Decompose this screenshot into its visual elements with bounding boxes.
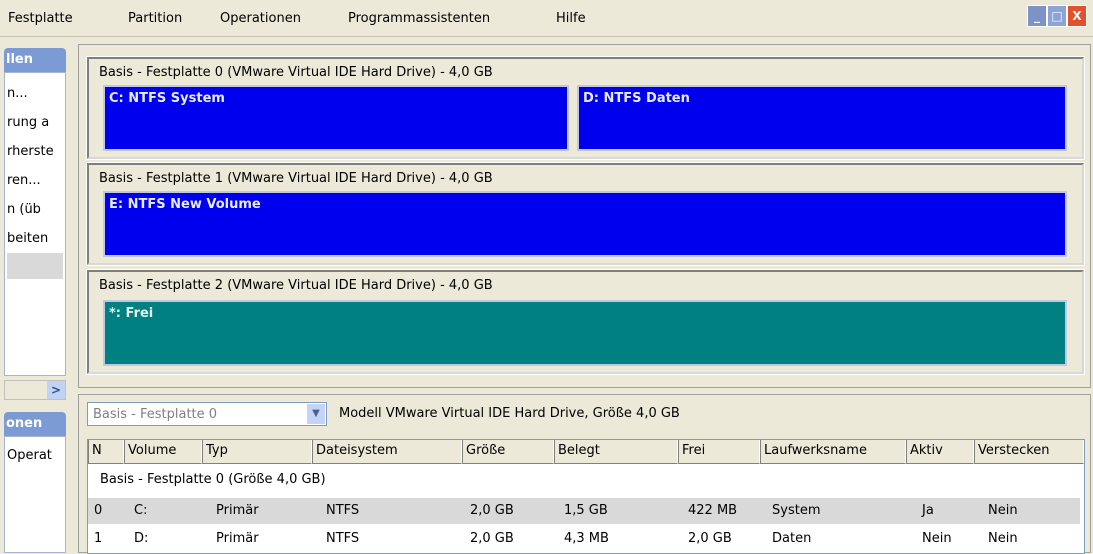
disk-1-label: Basis - Festplatte 1 (VMware Virtual IDE…: [99, 171, 493, 186]
close-button[interactable]: X: [1067, 5, 1087, 27]
sidebar-item[interactable]: ren...: [5, 166, 65, 195]
sidebar-scrollbar[interactable]: >: [4, 380, 66, 400]
cell-verstecken: Nein: [988, 503, 1018, 518]
column-header-belegt[interactable]: Belegt: [554, 440, 678, 464]
cell-n: 0: [94, 503, 103, 518]
menu-programmassistenten[interactable]: Programmassistenten: [348, 11, 490, 26]
cell-typ: Primär: [216, 531, 259, 546]
sidebar-operation-item[interactable]: Operat: [5, 441, 65, 470]
disk-2-label: Basis - Festplatte 2 (VMware Virtual IDE…: [99, 278, 493, 293]
sidebar-item[interactable]: n...: [5, 79, 65, 108]
maximize-button[interactable]: □: [1047, 5, 1067, 27]
sidebar-item[interactable]: rung a: [5, 108, 65, 137]
disk-2[interactable]: Basis - Festplatte 2 (VMware Virtual IDE…: [86, 269, 1085, 375]
disk-0-label: Basis - Festplatte 0 (VMware Virtual IDE…: [99, 65, 493, 80]
menu-partition[interactable]: Partition: [128, 11, 182, 26]
cell-aktiv: Nein: [922, 531, 952, 546]
cell-verstecken: Nein: [988, 531, 1018, 546]
chevron-down-icon[interactable]: ▼: [307, 404, 325, 424]
partition-free[interactable]: *: Frei: [103, 300, 1067, 366]
cell-volume: D:: [134, 531, 149, 546]
disk-group-title: Basis - Festplatte 0 (Größe 4,0 GB): [100, 472, 326, 487]
column-header-groesse[interactable]: Größe: [462, 440, 554, 464]
table-row[interactable]: 1 D: Primär NTFS 2,0 GB 4,3 MB 2,0 GB Da…: [88, 526, 1080, 552]
cell-dateisystem: NTFS: [326, 503, 360, 518]
menu-operationen[interactable]: Operationen: [220, 11, 301, 26]
column-header-volume[interactable]: Volume: [124, 440, 202, 464]
partition-c[interactable]: C: NTFS System: [103, 85, 569, 151]
disk-map-panel: Basis - Festplatte 0 (VMware Virtual IDE…: [78, 44, 1091, 388]
column-header-dateisystem[interactable]: Dateisystem: [312, 440, 462, 464]
partition-d[interactable]: D: NTFS Daten: [577, 85, 1067, 151]
disk-0[interactable]: Basis - Festplatte 0 (VMware Virtual IDE…: [86, 56, 1085, 160]
disk-1[interactable]: Basis - Festplatte 1 (VMware Virtual IDE…: [86, 162, 1085, 266]
column-header-verstecken[interactable]: Verstecken: [974, 440, 1084, 464]
window-controls: _ □ X: [1027, 5, 1087, 27]
cell-laufwerksname: System: [772, 503, 821, 518]
cell-belegt: 4,3 MB: [564, 531, 609, 546]
disk-select-value: Basis - Festplatte 0: [93, 407, 218, 422]
sidebar-operations-list: Operat: [4, 436, 66, 553]
column-header-typ[interactable]: Typ: [202, 440, 312, 464]
cell-volume: C:: [134, 503, 148, 518]
sidebar-task-list: n... rung a rherste ren... n (üb beiten: [4, 72, 66, 376]
sidebar-item[interactable]: rherste: [5, 137, 65, 166]
cell-groesse: 2,0 GB: [470, 503, 514, 518]
column-header-laufwerksname[interactable]: Laufwerksname: [760, 440, 906, 464]
cell-typ: Primär: [216, 503, 259, 518]
sidebar-item-selected[interactable]: [7, 253, 63, 279]
scroll-right-arrow-icon[interactable]: >: [47, 381, 65, 399]
sidebar-item[interactable]: beiten: [5, 224, 65, 253]
cell-belegt: 1,5 GB: [564, 503, 608, 518]
cell-groesse: 2,0 GB: [470, 531, 514, 546]
sidebar-item[interactable]: n (üb: [5, 195, 65, 224]
sidebar-section-header[interactable]: llen: [4, 48, 66, 72]
column-header-n[interactable]: N: [88, 440, 124, 464]
disk-details-panel: Basis - Festplatte 0 ▼ Modell VMware Vir…: [78, 394, 1091, 554]
menu-bar: Festplatte Partition Operationen Program…: [0, 0, 1093, 37]
menu-festplatte[interactable]: Festplatte: [8, 11, 73, 26]
cell-n: 1: [94, 531, 103, 546]
cell-frei: 422 MB: [688, 503, 738, 518]
column-header-aktiv[interactable]: Aktiv: [906, 440, 974, 464]
partition-table: N Volume Typ Dateisystem Größe Belegt Fr…: [87, 439, 1085, 554]
cell-aktiv: Ja: [922, 503, 934, 518]
cell-dateisystem: NTFS: [326, 531, 360, 546]
cell-laufwerksname: Daten: [772, 531, 812, 546]
table-row[interactable]: 0 C: Primär NTFS 2,0 GB 1,5 GB 422 MB Sy…: [88, 498, 1080, 524]
sidebar: llen n... rung a rherste ren... n (üb be…: [0, 44, 68, 553]
disk-select[interactable]: Basis - Festplatte 0 ▼: [87, 402, 327, 426]
menu-hilfe[interactable]: Hilfe: [556, 11, 586, 26]
column-header-frei[interactable]: Frei: [678, 440, 760, 464]
partition-e[interactable]: E: NTFS New Volume: [103, 191, 1067, 257]
sidebar-operations-header[interactable]: onen: [4, 412, 66, 436]
cell-frei: 2,0 GB: [688, 531, 732, 546]
minimize-button[interactable]: _: [1027, 5, 1047, 27]
disk-model-info: Modell VMware Virtual IDE Hard Drive, Gr…: [339, 406, 680, 421]
